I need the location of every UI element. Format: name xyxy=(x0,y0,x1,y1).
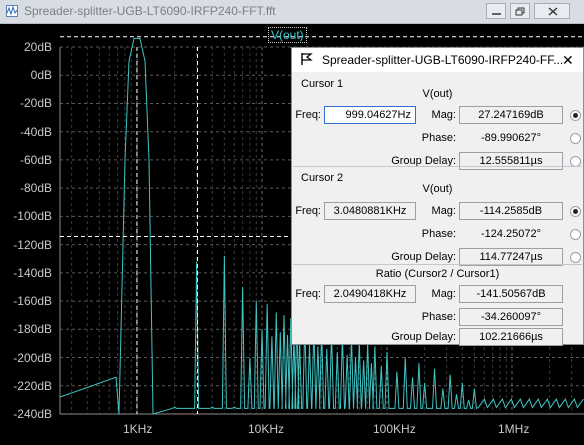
cursor2-phase-value: -124.25072° xyxy=(459,225,563,243)
restore-button[interactable] xyxy=(510,3,530,19)
minimize-icon xyxy=(492,13,501,15)
ratio-phase-label: Phase: xyxy=(421,311,456,323)
dialog-close-button[interactable]: ✕ xyxy=(562,52,574,69)
x-tick-label: 1MHz xyxy=(498,422,530,436)
y-tick-label: -220dB xyxy=(13,378,52,393)
y-tick-label: -120dB xyxy=(13,237,52,252)
y-tick-label: -240dB xyxy=(13,407,52,421)
ratio-heading: Ratio (Cursor2 / Cursor1) xyxy=(375,268,500,280)
ltspice-plot-window: Spreader-splitter-UGB-LT6090-IRFP240-FFT… xyxy=(0,0,584,445)
cursor1-group-delay-value: 12.555811µs xyxy=(459,152,563,170)
cursor2-mag-radio[interactable] xyxy=(570,206,581,217)
dialog-titlebar: Spreader-splitter-UGB-LT6090-IRFP240-FF.… xyxy=(292,48,583,72)
cursor1-freq-input[interactable]: 999.04627Hz xyxy=(324,106,416,124)
cursor1-phase-radio[interactable] xyxy=(570,133,581,144)
cursor-readout-dialog[interactable]: Spreader-splitter-UGB-LT6090-IRFP240-FF.… xyxy=(291,47,584,346)
y-tick-label: 0dB xyxy=(30,68,52,83)
cursor2-group-delay-radio[interactable] xyxy=(570,252,581,263)
y-tick-label: -60dB xyxy=(19,152,52,167)
y-tick-label: 20dB xyxy=(23,40,52,54)
window-title: Spreader-splitter-UGB-LT6090-IRFP240-FFT… xyxy=(24,4,276,18)
cursor2-mag-label: Mag: xyxy=(431,205,456,217)
ratio-freq-label: Freq: xyxy=(295,288,321,300)
ratio-phase-value: -34.260097° xyxy=(459,308,563,326)
x-tick-label: 100KHz xyxy=(373,422,416,436)
y-tick-label: -140dB xyxy=(13,265,52,280)
cursor1-mag-label: Mag: xyxy=(431,109,456,121)
trace-label-vout[interactable]: V(out) xyxy=(268,27,307,43)
cursor1-freq-label: Freq: xyxy=(295,109,321,121)
minimize-button[interactable] xyxy=(486,3,506,19)
cursor2-phase-label: Phase: xyxy=(421,228,456,240)
cursor2-mag-value: -114.2585dB xyxy=(459,202,563,220)
cursor-flag-icon xyxy=(301,53,313,65)
restore-icon xyxy=(515,7,525,16)
y-tick-label: -180dB xyxy=(13,322,52,337)
x-tick-label: 1KHz xyxy=(123,422,153,436)
dialog-separator xyxy=(293,166,582,167)
close-window-button[interactable] xyxy=(534,3,570,19)
cursor2-phase-radio[interactable] xyxy=(570,229,581,240)
dialog-separator xyxy=(293,264,582,265)
cursor2-freq-input[interactable]: 3.0480881KHz xyxy=(324,202,416,220)
ratio-group-delay-label: Group Delay: xyxy=(391,331,456,343)
ratio-mag-label: Mag: xyxy=(431,288,456,300)
cursor2-freq-label: Freq: xyxy=(295,205,321,217)
window-titlebar: Spreader-splitter-UGB-LT6090-IRFP240-FFT… xyxy=(0,0,584,24)
ratio-freq-value: 2.0490418KHz xyxy=(324,285,416,303)
waveform-app-icon xyxy=(6,5,18,17)
y-tick-label: -20dB xyxy=(19,96,52,111)
y-tick-label: -100dB xyxy=(13,209,52,224)
cursor1-phase-label: Phase: xyxy=(421,132,456,144)
ratio-mag-value: -141.50567dB xyxy=(459,285,563,303)
cursor2-group-delay-label: Group Delay: xyxy=(391,251,456,263)
cursor1-phase-value: -89.990627° xyxy=(459,129,563,147)
cursor1-trace-name: V(out) xyxy=(422,88,453,100)
y-tick-label: -160dB xyxy=(13,294,52,309)
cursor1-mag-radio[interactable] xyxy=(570,110,581,121)
cursor2-trace-name: V(out) xyxy=(422,183,453,195)
dialog-title: Spreader-splitter-UGB-LT6090-IRFP240-FF.… xyxy=(322,53,564,67)
y-tick-label: -200dB xyxy=(13,350,52,365)
ratio-group-delay-value: 102.21666µs xyxy=(459,328,563,346)
cursor1-mag-value: 27.247169dB xyxy=(459,106,563,124)
close-icon xyxy=(548,7,558,16)
y-tick-label: -80dB xyxy=(19,181,52,196)
x-tick-label: 10KHz xyxy=(248,422,285,436)
y-tick-label: -40dB xyxy=(19,124,52,139)
